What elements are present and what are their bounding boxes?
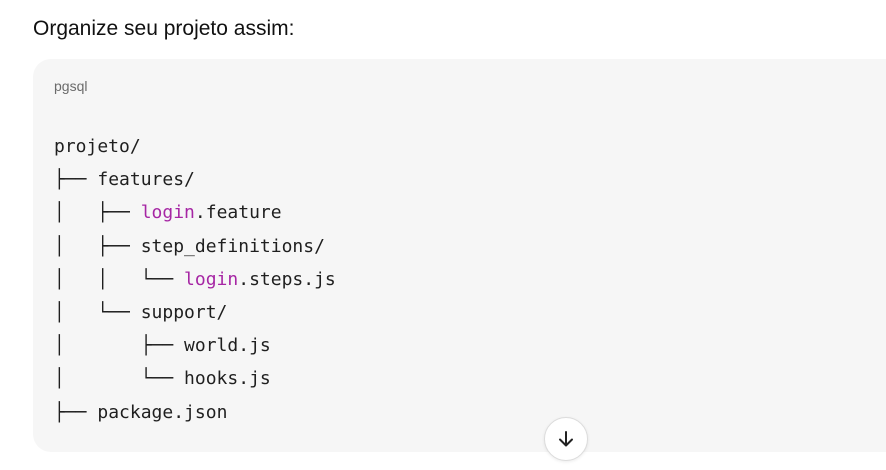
tree-prefix: │ └──	[54, 368, 185, 390]
code-keyword: login	[184, 268, 239, 290]
message-intro-text: Organize seu projeto assim:	[33, 17, 295, 40]
tree-prefix: ├──	[54, 401, 98, 423]
code-language-label: pgsql	[54, 78, 88, 94]
code-text: step_definitions/	[140, 235, 325, 257]
code-text: features/	[97, 169, 195, 191]
code-line: ├── package.json	[54, 396, 336, 429]
code-line: │ └── support/	[54, 296, 336, 329]
code-line: │ │ └── login.steps.js	[54, 263, 336, 296]
tree-prefix: │ ├──	[54, 335, 185, 357]
tree-prefix: ├──	[54, 169, 98, 191]
tree-prefix: │ ├──	[54, 202, 141, 224]
code-line: │ ├── step_definitions/	[54, 230, 336, 263]
code-text: .steps.js	[238, 268, 336, 290]
code-text: hooks.js	[184, 368, 271, 390]
code-line: projeto/	[54, 130, 336, 163]
code-keyword: login	[140, 202, 195, 224]
code-text: package.json	[97, 401, 228, 423]
code-text: .feature	[194, 202, 282, 224]
tree-prefix: │ │ └──	[54, 268, 185, 290]
code-line: │ └── hooks.js	[54, 362, 336, 395]
tree-prefix: │ ├──	[54, 235, 141, 257]
code-text: support/	[140, 301, 228, 323]
code-line: │ ├── world.js	[54, 329, 336, 362]
code-line: ├── features/	[54, 163, 336, 196]
code-block: pgsql projeto/├── features/│ ├── login.f…	[33, 59, 886, 452]
code-line: │ ├── login.feature	[54, 196, 336, 229]
code-text: projeto/	[54, 136, 141, 157]
code-text: world.js	[184, 335, 271, 357]
arrow-down-icon	[556, 429, 576, 449]
code-content[interactable]: projeto/├── features/│ ├── login.feature…	[54, 130, 336, 429]
tree-prefix: │ └──	[54, 301, 141, 323]
scroll-to-bottom-button[interactable]	[544, 417, 588, 461]
